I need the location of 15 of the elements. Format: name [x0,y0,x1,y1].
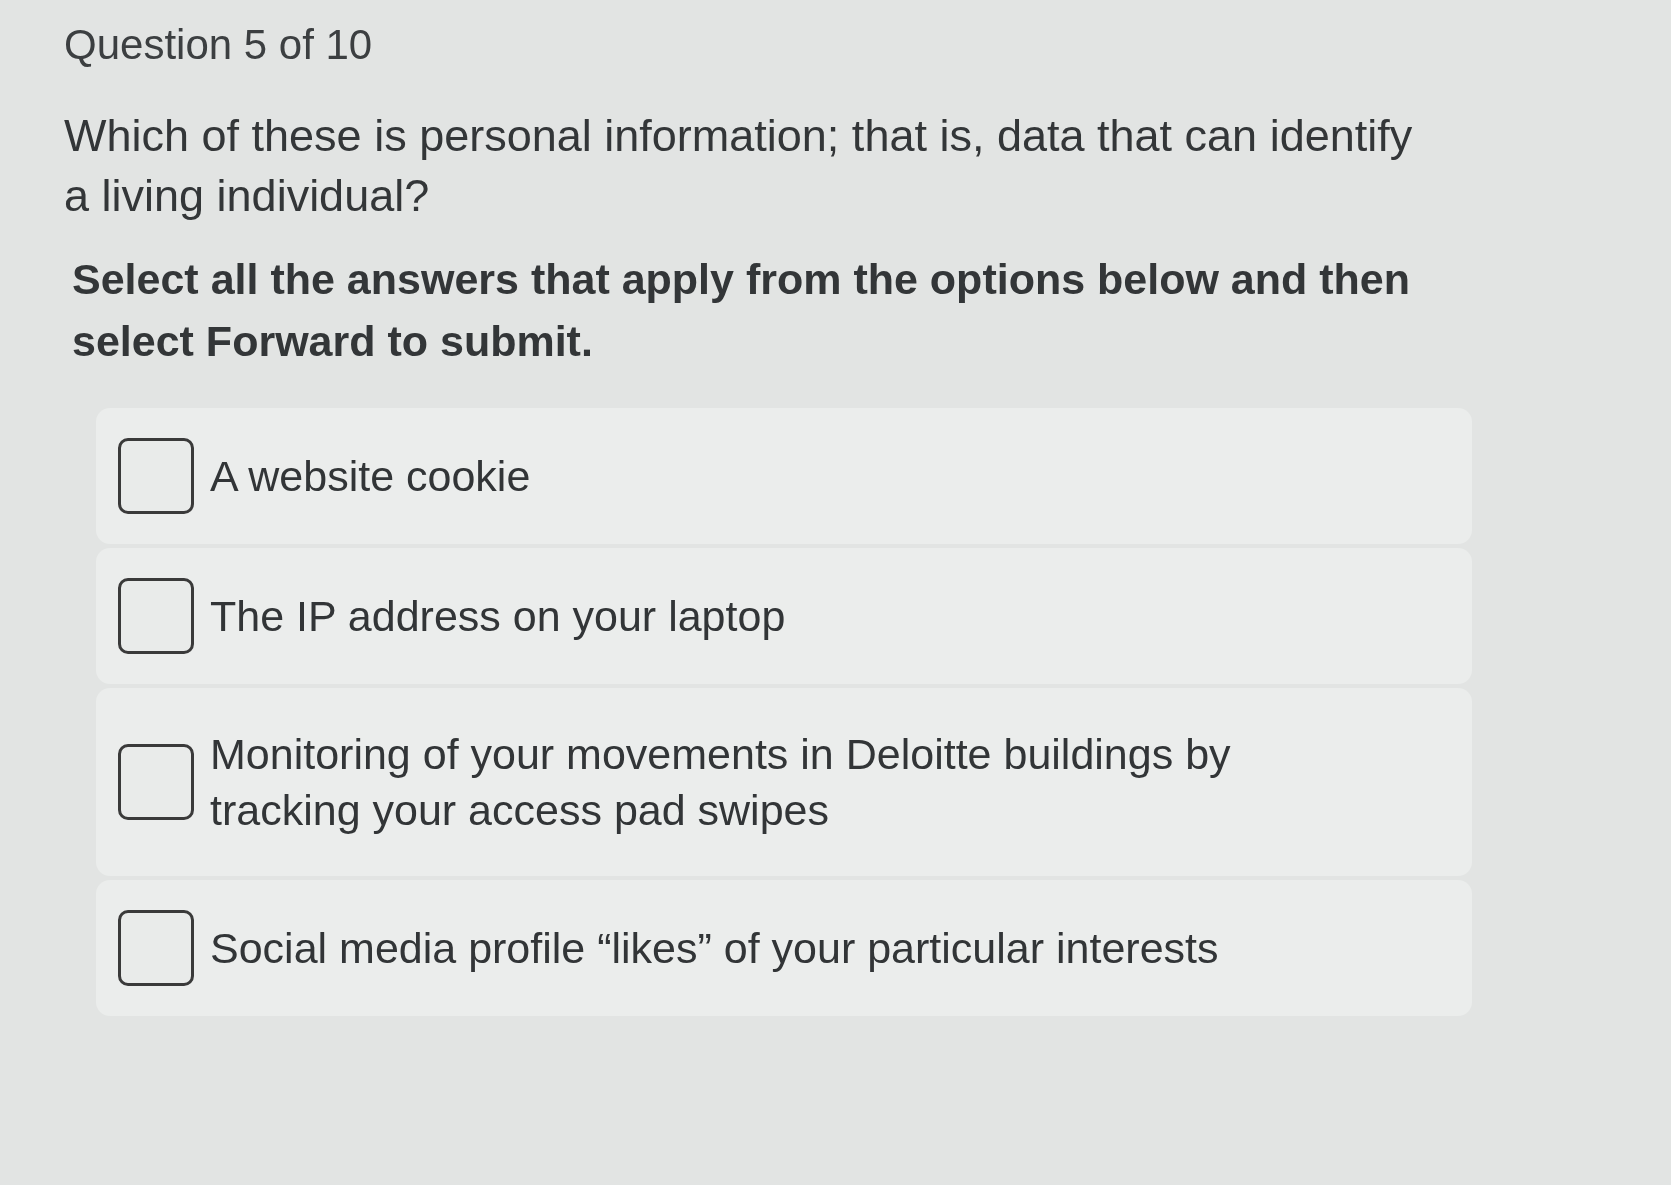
checkbox[interactable] [118,578,194,654]
question-counter: Question 5 of 10 [64,20,373,70]
answer-option[interactable]: Monitoring of your movements in Deloitte buildings by tracking your access pad swipes [96,688,1472,876]
option-label: The IP address on your laptop [210,591,786,642]
instructions-text: Select all the answers that apply from the options below and then select Forward to submit. [72,254,1411,367]
answer-option[interactable]: The IP address on your laptop [96,548,1472,684]
checkbox[interactable] [118,910,194,986]
option-label: Social media profile “likes” of your particular interests [210,923,1219,974]
option-label: Monitoring of your movements in Deloitte buildings by tracking your access pad swipes [210,729,1232,836]
checkbox[interactable] [118,744,194,820]
answer-option[interactable]: A website cookie [96,408,1472,544]
option-label: A website cookie [210,451,531,502]
checkbox[interactable] [118,438,194,514]
question-text: Which of these is personal information; that is, data that can identify a living individual? [64,109,1414,223]
answer-option[interactable]: Social media profile “likes” of your particular interests [96,880,1472,1016]
